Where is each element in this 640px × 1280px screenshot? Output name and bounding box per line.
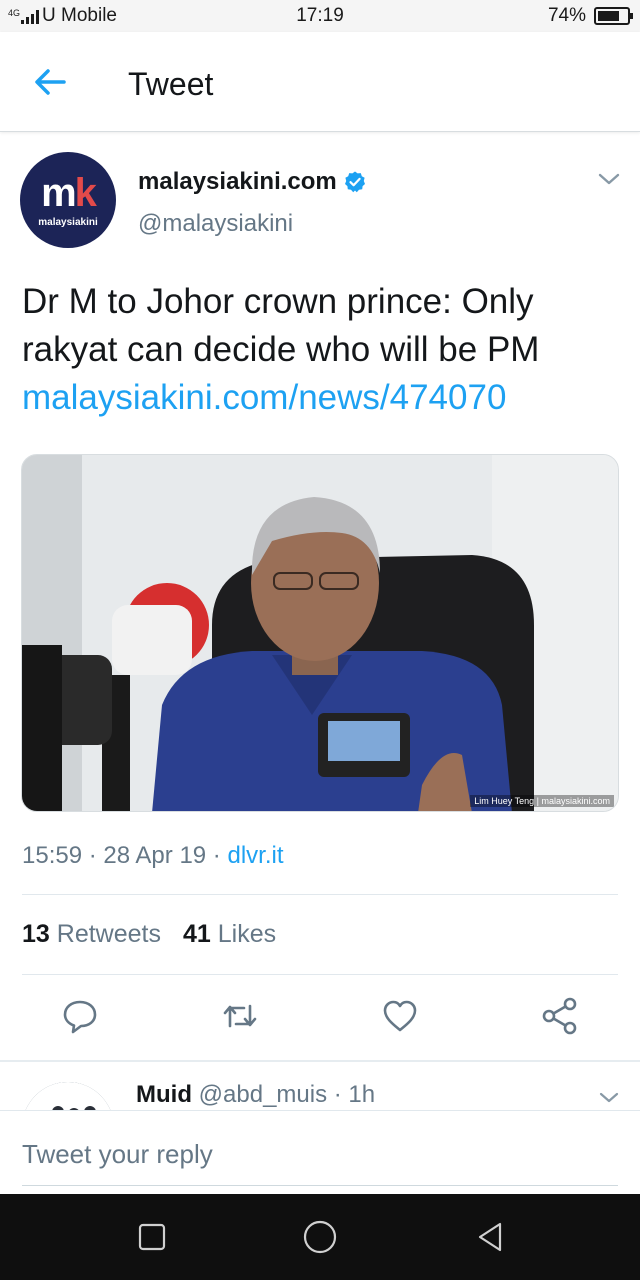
retweets-stat[interactable]: 13 Retweets (22, 920, 161, 949)
tweet-photo[interactable]: Lim Huey Teng | malaysiakini.com (21, 454, 619, 812)
battery-fill (598, 11, 619, 21)
status-right: 74% (547, 5, 633, 27)
author-handle[interactable]: @malaysiakini (138, 210, 293, 238)
reply-input-underline (22, 1185, 618, 1186)
retweets-count: 13 (22, 920, 50, 948)
likes-stat[interactable]: 41 Likes (183, 920, 276, 949)
malaysiakini-logo-icon: mk (41, 170, 97, 215)
triangle-back-icon (478, 1222, 502, 1252)
verified-badge-icon (344, 171, 365, 193)
author-name[interactable]: malaysiakini.com (138, 168, 367, 196)
tweet-text: Dr M to Johor crown prince: Only rakyat … (22, 282, 540, 369)
divider (22, 894, 618, 895)
share-button[interactable] (540, 996, 580, 1036)
reply-author-name: Muid (136, 1081, 192, 1108)
status-bar: 4G U Mobile 17:19 74% (0, 0, 640, 32)
app-header: Tweet (0, 32, 640, 132)
tweet-menu-button[interactable] (596, 170, 622, 188)
reply-handle-time: @abd_muis · 1h (198, 1081, 376, 1108)
page-title: Tweet (128, 66, 214, 102)
tweet-timestamp: 15:59 · 28 Apr 19 · dlvr.it (22, 842, 283, 870)
divider (22, 974, 618, 975)
retweet-icon (223, 1004, 257, 1028)
battery-icon (594, 7, 633, 25)
share-icon (542, 997, 577, 1035)
back-button[interactable] (30, 64, 70, 100)
reply-menu-button[interactable] (598, 1090, 620, 1106)
back-arrow-icon (35, 69, 66, 95)
photo-illustration (22, 455, 618, 811)
battery-percent: 74% (547, 5, 586, 26)
avatar-label: malaysiakini (38, 216, 98, 228)
author-display-name: malaysiakini.com (138, 168, 337, 195)
system-nav-bar (0, 1194, 640, 1280)
status-time: 17:19 (296, 5, 344, 26)
back-nav-button[interactable] (472, 1219, 508, 1255)
retweet-button[interactable] (220, 996, 260, 1036)
retweets-label: Retweets (56, 920, 161, 948)
reply-composer: Tweet your reply (0, 1110, 640, 1194)
reply-icon (63, 1000, 97, 1034)
reply-button[interactable] (60, 996, 100, 1036)
likes-label: Likes (217, 920, 277, 948)
chevron-down-icon (599, 1092, 619, 1103)
chevron-down-icon (598, 173, 620, 185)
square-icon (138, 1223, 166, 1251)
circle-icon (303, 1220, 337, 1254)
likes-count: 41 (182, 920, 211, 948)
tweet-stats: 13 Retweets 41 Likes (22, 920, 276, 949)
recents-button[interactable] (134, 1219, 170, 1255)
photo-credit: Lim Huey Teng | malaysiakini.com (470, 795, 614, 807)
like-icon (383, 1000, 417, 1032)
section-separator (0, 1060, 640, 1062)
tweet-source-link[interactable]: dlvr.it (227, 842, 283, 869)
author-avatar[interactable]: mk malaysiakini (20, 152, 116, 248)
timestamp-text: 15:59 · 28 Apr 19 · (22, 842, 228, 869)
like-button[interactable] (380, 996, 420, 1036)
home-button[interactable] (302, 1219, 338, 1255)
tweet-link[interactable]: malaysiakini.com/news/474070 (22, 374, 506, 422)
reply-input[interactable]: Tweet your reply (22, 1139, 213, 1170)
reply-author: Muid @abd_muis · 1h (136, 1081, 375, 1109)
